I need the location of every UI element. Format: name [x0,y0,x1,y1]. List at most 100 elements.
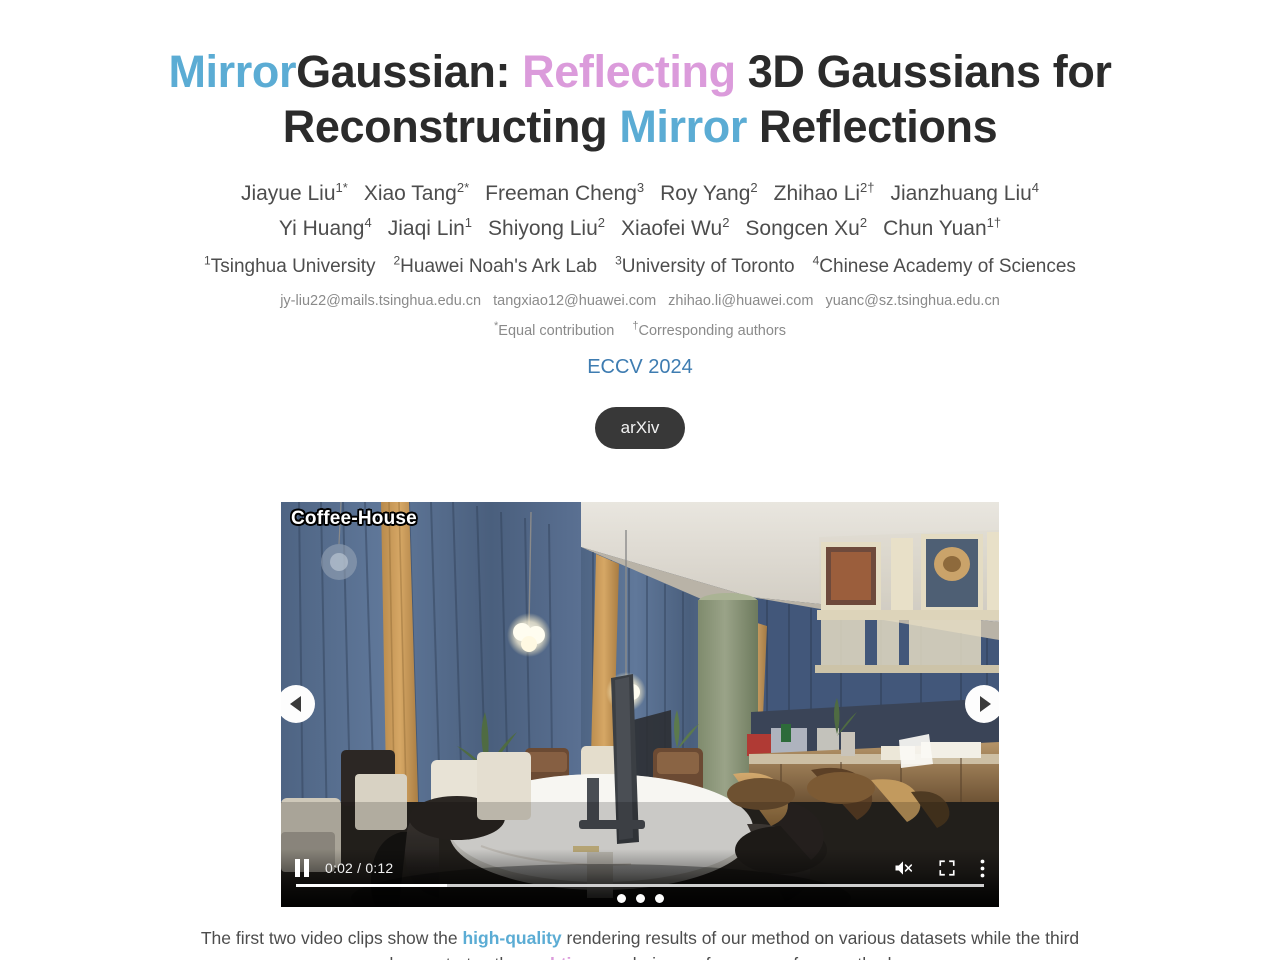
video-progress-bar[interactable] [296,884,984,887]
author-name: Jiaqi Lin [387,217,465,240]
author-name: Xiaofei Wu [621,217,723,240]
author-name: Zhihao Li [773,182,861,205]
author-name: Chun Yuan [883,217,987,240]
affiliation-marker: 1 [204,253,211,268]
author-affiliation-marker: 1 [464,215,473,230]
title-line2-end: Reflections [746,101,998,152]
author-affiliation-marker: 4 [1031,180,1040,195]
title-word-mirror: Mirror [168,46,297,97]
email-list: jy-liu22@mails.tsinghua.edu.cn tangxiao12… [0,290,1280,312]
link-button-row: arXiv [0,407,1280,449]
author-item: Chun Yuan1† [883,215,1002,240]
author-affiliation-marker: 2 [597,215,606,230]
footnote-text: Equal contribution [498,323,615,339]
author-name: Jianzhuang Liu [890,182,1032,205]
footnote-list: *Equal contribution †Corresponding author… [0,320,1280,342]
carousel-dots [281,894,999,903]
footnote-text: Corresponding authors [638,323,786,339]
video-controls-row: 0:02 / 0:12 [281,853,999,883]
author-affiliation-marker: 1* [335,180,348,195]
email-item[interactable]: zhihao.li@huawei.com [668,293,813,309]
title-word-mirror-2: Mirror [619,101,747,152]
affiliation-list: 1Tsinghua University 2Huawei Noah's Ark L… [0,253,1280,281]
video-player[interactable]: Coffee-House [281,502,999,907]
author-affiliation-marker: 2* [456,180,470,195]
affiliation-item: 4Chinese Academy of Sciences [813,255,1076,277]
author-item: Freeman Cheng3 [485,180,645,205]
affiliation-item: 2Huawei Noah's Ark Lab [393,255,598,277]
kebab-menu-icon [980,859,985,877]
clip-label: Coffee-House [291,508,417,529]
caption-line2-b: rendering performance of our method. [597,954,897,960]
arxiv-button[interactable]: arXiv [594,407,686,449]
carousel-next-button[interactable] [965,685,999,723]
author-name: Xiao Tang [363,182,457,205]
caption-highlight-real-time: real-time [524,954,597,960]
author-item: Jiayue Liu1* [240,180,348,205]
play-pause-button[interactable] [295,859,311,877]
carousel-dot[interactable] [654,894,664,903]
venue-label: ECCV 2024 [587,356,693,378]
pause-icon [295,859,311,877]
caption-line1-a: The first two video clips show the [200,928,463,948]
author-name: Yi Huang [278,217,365,240]
footnote-item: *Equal contribution [494,321,615,339]
author-item: Jiaqi Lin1 [387,215,473,240]
author-name: Freeman Cheng [485,182,637,205]
author-name: Roy Yang [660,182,751,205]
carousel-dot[interactable] [616,894,626,903]
carousel-dot[interactable] [635,894,645,903]
author-item: Shiyong Liu2 [488,215,606,240]
affiliation-name: University of Toronto [621,256,795,277]
author-item: Roy Yang2 [660,180,758,205]
chevron-left-icon [289,696,301,712]
fullscreen-icon [939,860,955,876]
email-item[interactable]: yuanc@sz.tsinghua.edu.cn [825,293,999,309]
author-list: Jiayue Liu1* Xiao Tang2* Freeman Cheng3 Roy… [0,176,1280,246]
muted-icon [895,861,913,875]
author-affiliation-marker: 4 [364,215,372,230]
video-progress-fill [296,884,448,887]
affiliation-name: Huawei Noah's Ark Lab [400,256,598,277]
video-frame-image [281,502,999,907]
video-carousel[interactable]: Coffee-House 0:02 / 0:12 [281,502,999,907]
author-name: Jiayue Liu [240,182,336,205]
author-affiliation-marker: 2 [722,215,730,230]
email-item[interactable]: tangxiao12@huawei.com [493,293,656,309]
author-name: Songcen Xu [745,217,860,240]
author-item: Xiao Tang2* [363,180,470,205]
controls-right-group [892,858,985,878]
video-caption: The first two video clips show the high-… [0,925,1280,960]
author-item: Zhihao Li2† [773,180,875,205]
author-item: Songcen Xu2 [745,215,868,240]
affiliation-name: Chinese Academy of Sciences [819,256,1076,277]
author-affiliation-marker: 3 [636,180,645,195]
page-root: MirrorGaussian: Reflecting 3D Gaussians … [0,0,1280,960]
affiliation-item: 1Tsinghua University [204,253,376,277]
author-affiliation-marker: 2 [859,215,868,230]
caption-line1-b: rendering results of our method on vario… [561,928,967,948]
more-options-button[interactable] [980,859,985,878]
time-display: 0:02 / 0:12 [325,860,394,876]
author-name: Shiyong Liu [488,217,598,240]
footnote-item: †Corresponding authors [632,321,786,339]
author-affiliation-marker: 2† [860,180,875,195]
page-title: MirrorGaussian: Reflecting 3D Gaussians … [0,0,1280,154]
author-affiliation-marker: 2 [750,180,758,195]
author-affiliation-marker: 1† [986,215,1002,230]
mute-button[interactable] [892,858,914,878]
fullscreen-button[interactable] [938,859,956,877]
title-line2-start: Reconstructing [282,101,620,152]
affiliation-item: 3University of Toronto [615,253,795,277]
author-item: Yi Huang4 [278,215,372,240]
title-line1-rest: 3D Gaussians for [735,46,1112,97]
email-item[interactable]: jy-liu22@mails.tsinghua.edu.cn [280,293,481,309]
title-word-reflecting: Reflecting [522,46,736,97]
affiliation-name: Tsinghua University [210,256,376,277]
caption-highlight-high-quality: high-quality [462,928,562,948]
affiliation-marker: 3 [615,253,622,268]
title-word-gaussian: Gaussian: [296,46,523,97]
author-item: Xiaofei Wu2 [621,215,730,240]
chevron-right-icon [980,696,991,712]
author-item: Jianzhuang Liu4 [890,180,1040,205]
